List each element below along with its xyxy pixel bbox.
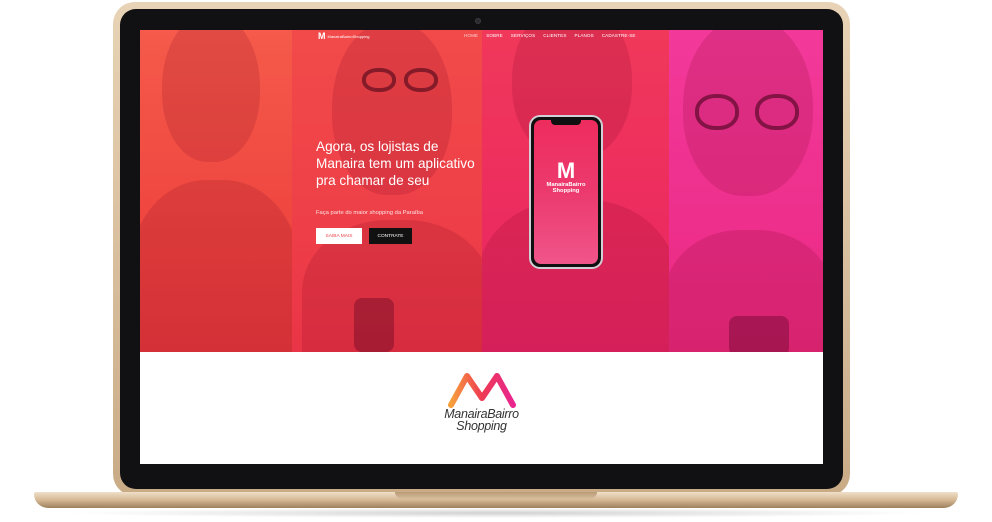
- hero-photo-panel-1: [140, 30, 292, 352]
- hero-section: M ManairaBairroShopping HOME SOBRE SERVI…: [140, 30, 823, 352]
- nav-item-sobre[interactable]: SOBRE: [486, 33, 503, 38]
- laptop-mockup: M ManairaBairroShopping HOME SOBRE SERVI…: [0, 0, 992, 522]
- nav-menu: HOME SOBRE SERVIÇOS CLIENTES PLANOS CADA…: [464, 33, 636, 38]
- phone-logo-line2: Shopping: [552, 188, 580, 194]
- hero-photo-panel-2: [292, 30, 482, 352]
- top-navigation: M ManairaBairroShopping HOME SOBRE SERVI…: [140, 30, 823, 44]
- nav-item-home[interactable]: HOME: [464, 33, 478, 38]
- brand-logo-mark-icon: [447, 373, 516, 408]
- nav-logo[interactable]: M ManairaBairroShopping: [318, 32, 370, 41]
- hero-headline: Agora, os lojistas de Manaira tem um apl…: [316, 139, 475, 188]
- nav-item-planos[interactable]: PLANOS: [575, 33, 594, 38]
- nav-item-cadastre-se[interactable]: CADASTRE-SE: [602, 33, 636, 38]
- webcam-icon: [475, 18, 481, 24]
- phone-screen: M ManairaBairro Shopping: [534, 120, 598, 264]
- laptop-shadow: [60, 508, 932, 518]
- nav-item-clientes[interactable]: CLIENTES: [543, 33, 566, 38]
- contrate-button[interactable]: CONTRATE: [369, 228, 412, 244]
- hero-subtitle: Faça parte do maior shopping da Paraíba: [316, 210, 423, 216]
- saiba-mais-button[interactable]: SAIBA MAIS: [316, 228, 362, 244]
- nav-logo-text: ManairaBairroShopping: [327, 34, 370, 39]
- laptop-screen: M ManairaBairroShopping HOME SOBRE SERVI…: [140, 30, 823, 464]
- brand-name-line2: Shopping: [456, 419, 507, 433]
- nav-item-servicos[interactable]: SERVIÇOS: [511, 33, 535, 38]
- phone-mockup: M ManairaBairro Shopping: [529, 115, 603, 269]
- laptop-hinge-notch: [395, 492, 597, 499]
- phone-notch: [551, 120, 581, 125]
- hero-photo-panel-4: [669, 30, 823, 352]
- brand-logo-icon: M: [318, 31, 326, 41]
- brand-logo: ManairaBairro Shopping: [423, 372, 540, 432]
- logo-section: ManairaBairro Shopping: [140, 352, 823, 464]
- app-logo-icon: M: [556, 158, 576, 183]
- phone-app-logo: M ManairaBairro Shopping: [534, 158, 598, 195]
